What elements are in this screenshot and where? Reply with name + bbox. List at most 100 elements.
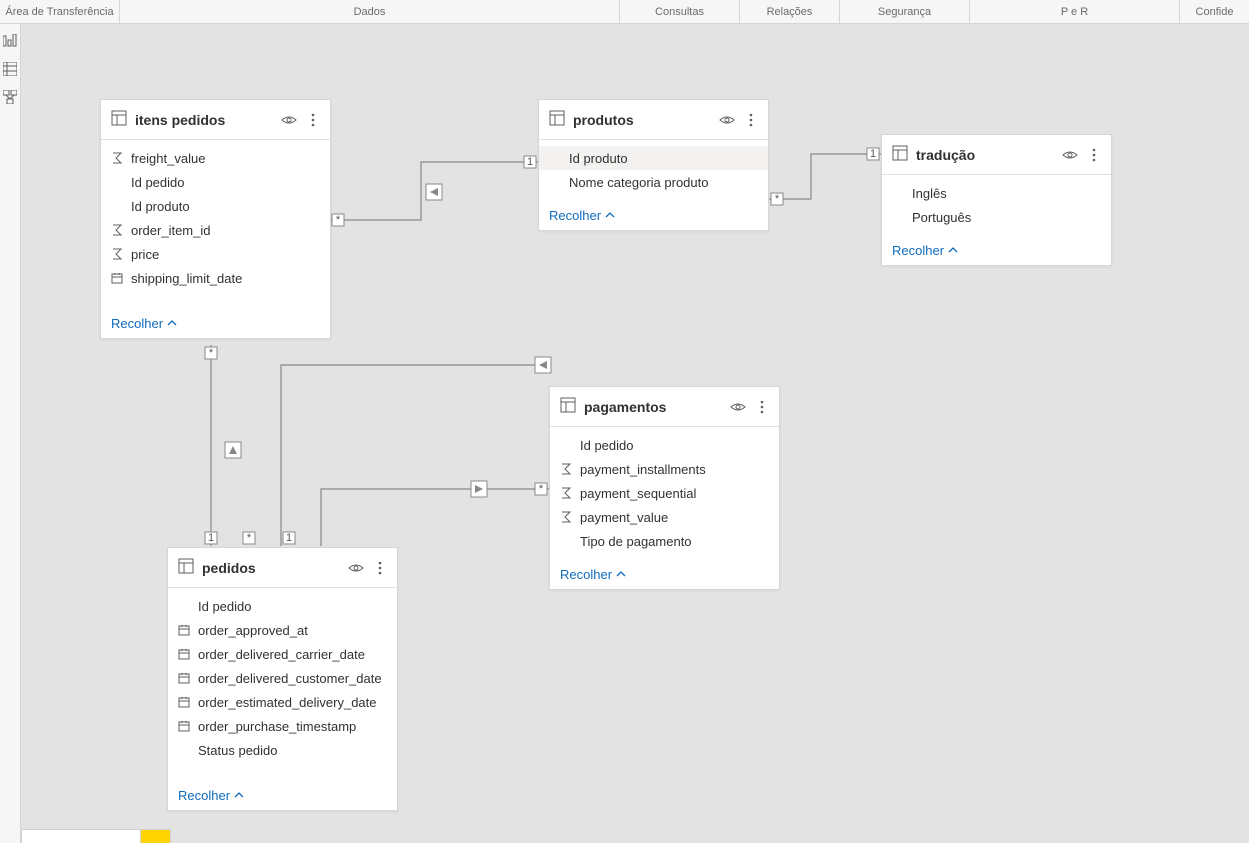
cardinality-label: * xyxy=(539,483,544,495)
cardinality-label: * xyxy=(336,214,341,226)
ribbon-group-sensitivity: Confide xyxy=(1180,0,1249,23)
field-row[interactable]: order_estimated_delivery_date xyxy=(168,690,397,714)
more-options-icon[interactable] xyxy=(304,111,322,129)
sigma-icon xyxy=(111,224,131,236)
view-switcher xyxy=(0,24,21,843)
collapse-button[interactable]: Recolher xyxy=(539,200,768,230)
table-header[interactable]: tradução xyxy=(882,135,1111,175)
data-view-icon[interactable] xyxy=(3,62,17,76)
visibility-icon[interactable] xyxy=(347,559,365,577)
table-pagamentos[interactable]: pagamentos Id pedido payment_installment… xyxy=(549,386,780,590)
cardinality-label: 1 xyxy=(208,532,214,544)
sheet-tab-active[interactable] xyxy=(141,829,171,843)
field-row[interactable]: Português xyxy=(882,205,1111,229)
table-traducao[interactable]: tradução Inglês Português Recolher xyxy=(881,134,1112,266)
filter-direction-arrow-icon xyxy=(539,361,547,369)
model-canvas[interactable]: * 1 * 1 * 1 * 1 * xyxy=(21,24,1249,843)
calendar-icon xyxy=(178,720,198,732)
table-produtos[interactable]: produtos Id produto Nome categoria produ… xyxy=(538,99,769,231)
calendar-icon xyxy=(178,696,198,708)
field-row[interactable]: order_item_id xyxy=(101,218,330,242)
field-row[interactable]: Id produto xyxy=(101,194,330,218)
chevron-up-icon xyxy=(605,210,615,220)
table-itens-pedidos[interactable]: itens pedidos freight_value Id pedido Id… xyxy=(100,99,331,339)
visibility-icon[interactable] xyxy=(729,398,747,416)
sigma-icon xyxy=(560,511,580,523)
field-row[interactable]: Id pedido xyxy=(168,594,397,618)
chevron-up-icon xyxy=(948,245,958,255)
table-header[interactable]: pedidos xyxy=(168,548,397,588)
ribbon-group-data: Dados xyxy=(120,0,620,23)
table-title: itens pedidos xyxy=(135,112,280,128)
field-row[interactable]: Id pedido xyxy=(550,433,779,457)
table-icon xyxy=(549,110,565,129)
field-row[interactable]: shipping_limit_date xyxy=(101,266,330,290)
cardinality-label: 1 xyxy=(527,156,533,168)
collapse-button[interactable]: Recolher xyxy=(882,235,1111,265)
cardinality-label: * xyxy=(209,347,214,359)
collapse-button[interactable]: Recolher xyxy=(550,559,779,589)
table-header[interactable]: produtos xyxy=(539,100,768,140)
field-row[interactable]: payment_sequential xyxy=(550,481,779,505)
more-options-icon[interactable] xyxy=(371,559,389,577)
sigma-icon xyxy=(111,248,131,260)
report-view-icon[interactable] xyxy=(3,34,17,48)
field-row[interactable]: freight_value xyxy=(101,146,330,170)
ribbon-group-qna: P e R xyxy=(970,0,1180,23)
field-row[interactable]: Nome categoria produto xyxy=(539,170,768,194)
model-view-icon[interactable] xyxy=(3,90,17,104)
cardinality-label: * xyxy=(247,532,252,544)
visibility-icon[interactable] xyxy=(718,111,736,129)
field-row[interactable]: order_delivered_customer_date xyxy=(168,666,397,690)
field-row[interactable]: price xyxy=(101,242,330,266)
table-header[interactable]: pagamentos xyxy=(550,387,779,427)
sigma-icon xyxy=(560,487,580,499)
field-row[interactable]: payment_installments xyxy=(550,457,779,481)
field-row[interactable]: order_purchase_timestamp xyxy=(168,714,397,738)
collapse-button[interactable]: Recolher xyxy=(168,780,397,810)
cardinality-label: 1 xyxy=(870,148,876,160)
ribbon-group-relationships: Relações xyxy=(740,0,840,23)
field-row[interactable]: Inglês xyxy=(882,181,1111,205)
field-list: Inglês Português xyxy=(882,175,1111,235)
field-list: Id pedido payment_installments payment_s… xyxy=(550,427,779,559)
chevron-up-icon xyxy=(234,790,244,800)
field-row[interactable]: Status pedido xyxy=(168,738,397,762)
sheet-tabs[interactable] xyxy=(21,829,171,843)
sigma-icon xyxy=(111,152,131,164)
table-title: pedidos xyxy=(202,560,347,576)
calendar-icon xyxy=(178,672,198,684)
table-title: produtos xyxy=(573,112,718,128)
field-row[interactable]: Id produto xyxy=(539,146,768,170)
table-header[interactable]: itens pedidos xyxy=(101,100,330,140)
cardinality-label: * xyxy=(775,193,780,205)
sheet-tab[interactable] xyxy=(21,829,141,843)
field-row[interactable]: payment_value xyxy=(550,505,779,529)
filter-direction-arrow-icon xyxy=(475,485,483,493)
ribbon-group-security: Segurança xyxy=(840,0,970,23)
calendar-icon xyxy=(178,648,198,660)
more-options-icon[interactable] xyxy=(753,398,771,416)
table-pedidos[interactable]: pedidos Id pedido order_approved_at orde… xyxy=(167,547,398,811)
collapse-button[interactable]: Recolher xyxy=(101,308,330,338)
chevron-up-icon xyxy=(616,569,626,579)
calendar-icon xyxy=(178,624,198,636)
table-icon xyxy=(560,397,576,416)
field-row[interactable]: Id pedido xyxy=(101,170,330,194)
ribbon-group-clipboard: Área de Transferência xyxy=(0,0,120,23)
field-row[interactable]: order_approved_at xyxy=(168,618,397,642)
more-options-icon[interactable] xyxy=(1085,146,1103,164)
visibility-icon[interactable] xyxy=(1061,146,1079,164)
field-row[interactable]: Tipo de pagamento xyxy=(550,529,779,553)
filter-direction-arrow-icon xyxy=(229,446,237,454)
calendar-icon xyxy=(111,272,131,284)
more-options-icon[interactable] xyxy=(742,111,760,129)
field-row[interactable]: order_delivered_carrier_date xyxy=(168,642,397,666)
table-icon xyxy=(892,145,908,164)
cardinality-label: 1 xyxy=(286,532,292,544)
visibility-icon[interactable] xyxy=(280,111,298,129)
field-list: freight_value Id pedido Id produto order… xyxy=(101,140,330,296)
filter-direction-arrow-icon xyxy=(430,188,438,196)
chevron-up-icon xyxy=(167,318,177,328)
field-list: Id produto Nome categoria produto xyxy=(539,140,768,200)
